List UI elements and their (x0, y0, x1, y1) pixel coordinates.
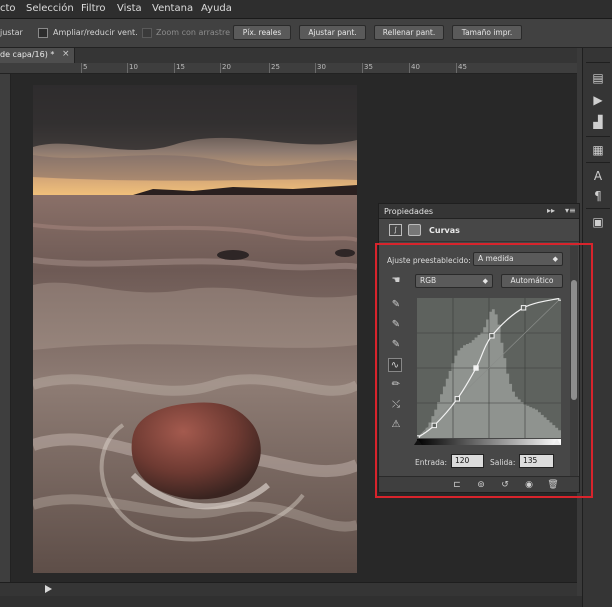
actual-pixels-button[interactable]: Píx. reales (233, 25, 291, 40)
scrubby-zoom-checkbox[interactable] (142, 28, 152, 38)
menu-edit[interactable]: cto (0, 3, 16, 14)
close-icon[interactable]: × (62, 49, 70, 59)
properties-titlebar[interactable]: Propiedades ▸▸ ▾≡ (379, 204, 579, 219)
ruler-tick: 40 (411, 63, 420, 71)
collapse-icon[interactable]: ▸▸ (547, 206, 555, 215)
adjust-label: justar (0, 28, 23, 37)
menu-selection[interactable]: Selección (26, 3, 74, 14)
adjustment-name: Curvas (429, 226, 460, 235)
character-icon[interactable]: A (590, 168, 606, 184)
fit-screen-button[interactable]: Ajustar pant. (299, 25, 366, 40)
highlight-box (375, 243, 593, 498)
ruler-tick: 25 (271, 63, 280, 71)
menu-window[interactable]: Ventana (152, 3, 193, 14)
scrubby-zoom-label: Zoom con arrastre (156, 28, 231, 37)
print-size-button[interactable]: Tamaño impr. (452, 25, 522, 40)
ruler-tick: 30 (317, 63, 326, 71)
document-tab-title: de capa/16) * (0, 50, 55, 59)
adjustment-header: ∫ Curvas (379, 220, 579, 242)
document-tab[interactable]: de capa/16) * × (0, 48, 75, 63)
vertical-ruler (0, 74, 11, 582)
actions-play-icon[interactable]: ▶ (590, 92, 606, 108)
paragraph-icon[interactable]: ¶ (590, 188, 606, 204)
curves-adjustment-icon: ∫ (389, 224, 402, 236)
mini-bridge-icon[interactable]: ▤ (590, 70, 606, 86)
layer-mask-icon[interactable] (408, 224, 421, 236)
tab-row (75, 48, 577, 63)
ruler-tick: 15 (176, 63, 185, 71)
fill-screen-button[interactable]: Rellenar pant. (374, 25, 444, 40)
panel-menu-icon[interactable]: ▾≡ (565, 206, 576, 215)
layer-comps-icon[interactable]: ▟ (590, 114, 606, 130)
horizontal-ruler: 5 10 15 20 25 30 35 40 45 (0, 63, 577, 74)
menu-help[interactable]: Ayuda (201, 3, 232, 14)
status-bar (0, 596, 612, 607)
play-icon[interactable] (45, 585, 52, 593)
properties-icon[interactable]: ▣ (590, 214, 606, 230)
seascape-photo (33, 85, 357, 573)
menu-view[interactable]: Vista (117, 3, 142, 14)
ruler-tick: 20 (222, 63, 231, 71)
ruler-tick: 45 (458, 63, 467, 71)
horizontal-scrollbar[interactable] (0, 582, 577, 596)
properties-title: Propiedades (384, 207, 434, 216)
ruler-tick: 5 (83, 63, 88, 71)
resize-windows-checkbox[interactable] (38, 28, 48, 38)
ruler-tick: 35 (364, 63, 373, 71)
menu-filter[interactable]: Filtro (81, 3, 106, 14)
ruler-tick: 10 (129, 63, 138, 71)
options-bar: justar Ampliar/reducir vent. Zoom con ar… (0, 19, 612, 48)
menu-bar: cto Selección Filtro Vista Ventana Ayuda (0, 0, 612, 19)
document-image[interactable] (33, 85, 357, 573)
brush-panel-icon[interactable]: ▦ (590, 142, 606, 158)
resize-windows-label: Ampliar/reducir vent. (53, 28, 138, 37)
